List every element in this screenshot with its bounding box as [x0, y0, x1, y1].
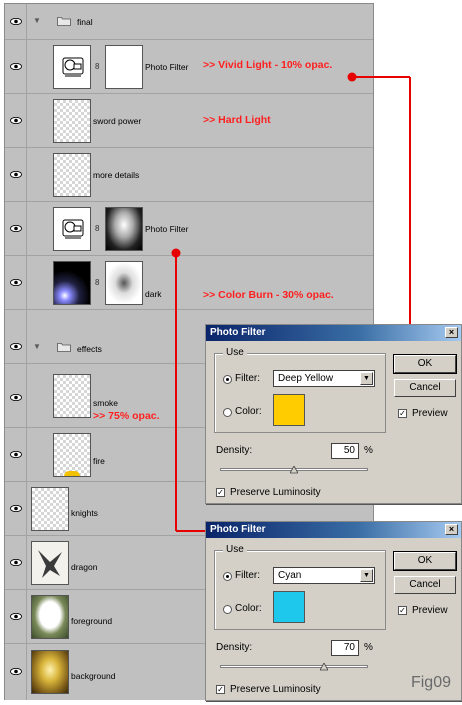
photo-filter-dialog-2: Photo Filter × Use Filter: Cyan ▼ Color:… [205, 521, 462, 701]
preserve-luminosity-checkbox[interactable]: ✓ [216, 685, 225, 694]
chevron-down-icon[interactable]: ▼ [360, 569, 373, 582]
dialog-title: Photo Filter [210, 327, 266, 338]
close-button[interactable]: × [445, 524, 458, 535]
density-label: Density: [216, 642, 253, 653]
chevron-down-icon[interactable]: ▼ [360, 372, 373, 385]
dialog-titlebar[interactable]: Photo Filter × [206, 522, 461, 538]
density-slider[interactable] [220, 665, 368, 668]
filter-radio[interactable] [223, 375, 232, 384]
use-legend: Use [223, 544, 247, 555]
preserve-luminosity-label: Preserve Luminosity [230, 487, 321, 498]
filter-value: Cyan [278, 570, 302, 581]
color-label: Color: [235, 406, 262, 417]
color-swatch[interactable] [273, 394, 305, 426]
color-swatch[interactable] [273, 591, 305, 623]
preview-label: Preview [412, 408, 448, 419]
filter-radio[interactable] [223, 572, 232, 581]
dialog-titlebar[interactable]: Photo Filter × [206, 325, 461, 341]
filter-select[interactable]: Deep Yellow ▼ [273, 370, 375, 387]
photo-filter-dialog-1: Photo Filter × Use Filter: Deep Yellow ▼… [205, 324, 462, 504]
cancel-button[interactable]: Cancel [394, 576, 456, 594]
density-input[interactable]: 70 [331, 640, 359, 656]
filter-value: Deep Yellow [278, 373, 334, 384]
density-slider-thumb[interactable] [318, 662, 329, 671]
density-slider-thumb[interactable] [289, 465, 299, 474]
preserve-luminosity-label: Preserve Luminosity [230, 684, 321, 695]
figure-label: Fig09 [410, 674, 451, 691]
callout-top [347, 72, 411, 326]
ok-button[interactable]: OK [393, 551, 457, 571]
density-input[interactable]: 50 [331, 443, 359, 459]
filter-select[interactable]: Cyan ▼ [273, 567, 375, 584]
dialog-title: Photo Filter [210, 524, 266, 535]
use-legend: Use [223, 347, 247, 358]
cancel-button[interactable]: Cancel [394, 379, 456, 397]
density-unit: % [364, 642, 373, 653]
density-label: Density: [216, 445, 253, 456]
close-button[interactable]: × [445, 327, 458, 338]
preserve-luminosity-checkbox[interactable]: ✓ [216, 488, 225, 497]
color-label: Color: [235, 603, 262, 614]
preview-label: Preview [412, 605, 448, 616]
preview-checkbox[interactable]: ✓ [398, 409, 407, 418]
color-radio[interactable] [223, 408, 232, 417]
use-group: Use Filter: Deep Yellow ▼ Color: [214, 347, 386, 433]
ok-button[interactable]: OK [393, 354, 457, 374]
callout-bottom [171, 248, 207, 532]
density-unit: % [364, 445, 373, 456]
use-group: Use Filter: Cyan ▼ Color: [214, 544, 386, 630]
filter-label: Filter: [235, 373, 260, 384]
filter-label: Filter: [235, 570, 260, 581]
color-radio[interactable] [223, 605, 232, 614]
preview-checkbox[interactable]: ✓ [398, 606, 407, 615]
